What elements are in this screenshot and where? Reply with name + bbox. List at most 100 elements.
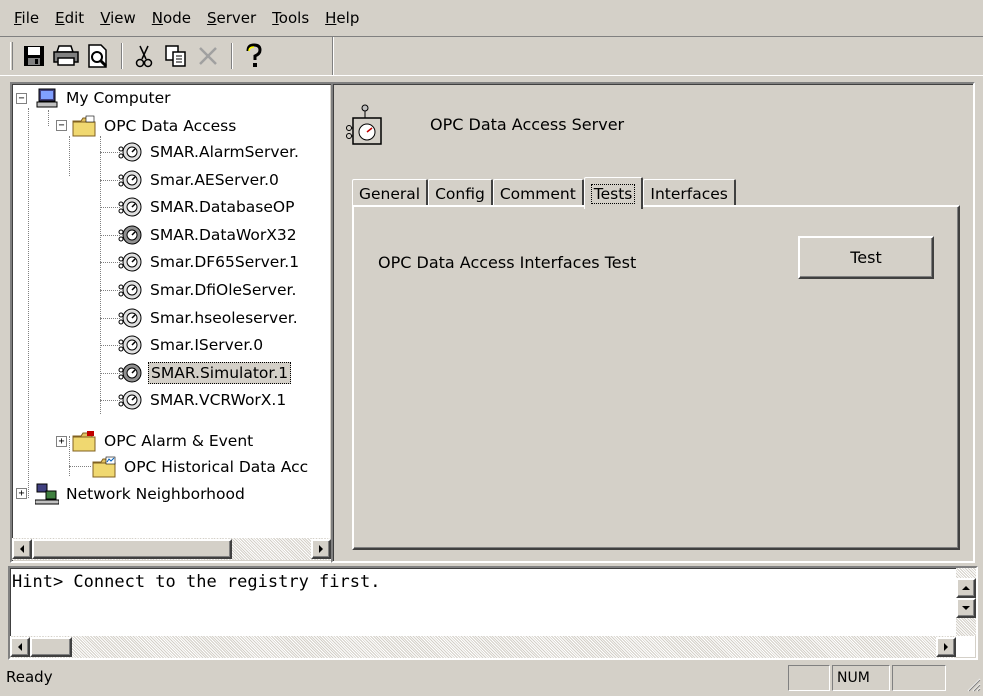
- tree-connector: [100, 152, 120, 153]
- scroll-right-button[interactable]: [311, 539, 331, 559]
- delete-icon: [199, 47, 217, 65]
- tree-item-label: Smar.AEServer.0: [150, 170, 279, 189]
- opc-server-icon: [118, 195, 144, 219]
- menu-bar: File Edit View Node Server Tools Help: [0, 0, 983, 36]
- tree-item-opc-data-access[interactable]: OPC Data Access: [72, 112, 238, 140]
- status-cell-caps: [788, 665, 830, 691]
- opc-server-icon: [118, 140, 144, 164]
- expander-network[interactable]: +: [16, 488, 27, 499]
- tree-item-server[interactable]: SMAR.AlarmServer.: [118, 138, 301, 166]
- menu-help[interactable]: Help: [317, 8, 367, 28]
- tree-connector: [48, 110, 49, 126]
- delete-button[interactable]: [193, 41, 223, 71]
- tree-item-server[interactable]: Smar.DfiOleServer.: [118, 276, 298, 304]
- tree-item-network-neighborhood[interactable]: Network Neighborhood: [34, 480, 247, 508]
- scroll-right-button[interactable]: [936, 637, 956, 657]
- toolbar-grip[interactable]: [10, 42, 13, 70]
- cut-icon: [135, 45, 153, 68]
- tree-item-label: Smar.hseoleserver.: [150, 308, 298, 327]
- server-icon: [343, 104, 383, 148]
- hint-output[interactable]: Hint> Connect to the registry first.: [8, 566, 978, 660]
- opc-server-icon: [118, 333, 144, 357]
- hint-text: Hint> Connect to the registry first.: [12, 572, 381, 592]
- menu-tools[interactable]: Tools: [264, 8, 317, 28]
- print-preview-button[interactable]: [83, 41, 113, 71]
- copy-button[interactable]: [161, 41, 191, 71]
- menu-server[interactable]: Server: [199, 8, 264, 28]
- tree-item-label: Smar.DF65Server.1: [150, 253, 300, 272]
- menu-node[interactable]: Node: [144, 8, 199, 28]
- tree-item-label: SMAR.DatabaseOP: [150, 198, 295, 217]
- opc-server-icon: [118, 388, 144, 412]
- menu-view[interactable]: View: [92, 8, 144, 28]
- tab-interfaces[interactable]: Interfaces: [643, 179, 736, 207]
- folder-open-icon: [72, 114, 98, 138]
- tree-item-server[interactable]: Smar.AEServer.0: [118, 166, 281, 194]
- tree-item-server[interactable]: Smar.DF65Server.1: [118, 248, 301, 276]
- toolbar-separator: [121, 43, 123, 69]
- save-button[interactable]: [19, 41, 49, 71]
- tree-connector: [100, 290, 120, 291]
- status-num: NUM: [832, 665, 890, 691]
- tree-item-server[interactable]: SMAR.DataWorX32: [118, 221, 299, 249]
- scroll-left-button[interactable]: [12, 539, 32, 559]
- tree-pane: − My Computer − OPC Data Access SMAR.Ala…: [10, 82, 333, 563]
- tree-item-label: SMAR.DataWorX32: [150, 225, 297, 244]
- tree-item-server[interactable]: Smar.hseoleserver.: [118, 304, 300, 332]
- scroll-thumb[interactable]: [30, 637, 72, 657]
- test-button[interactable]: Test: [798, 236, 934, 279]
- tree-connector: [69, 466, 91, 467]
- tree-item-server[interactable]: SMAR.VCRWorX.1: [118, 386, 288, 414]
- save-icon: [24, 46, 44, 66]
- tab-config[interactable]: Config: [428, 179, 493, 207]
- tree-item-opc-historical-data[interactable]: OPC Historical Data Acc: [92, 453, 310, 481]
- menu-edit[interactable]: Edit: [47, 8, 92, 28]
- tab-strip: General Config Comment Tests Interfaces: [352, 175, 736, 209]
- arrow-right-icon: [944, 643, 948, 651]
- arrow-down-icon: [962, 606, 970, 610]
- tree-item-label: SMAR.VCRWorX.1: [150, 391, 287, 410]
- tree-connector: [100, 179, 120, 181]
- tree-horizontal-scrollbar[interactable]: [12, 538, 331, 560]
- tree-item-server[interactable]: SMAR.DatabaseOP: [118, 193, 296, 221]
- opc-server-icon: [118, 223, 144, 247]
- tab-comment[interactable]: Comment: [492, 179, 584, 207]
- help-button[interactable]: [239, 41, 269, 71]
- tree-view[interactable]: − My Computer − OPC Data Access SMAR.Ala…: [12, 84, 331, 536]
- cut-button[interactable]: [129, 41, 159, 71]
- print-preview-icon: [88, 44, 108, 68]
- resize-grip-icon[interactable]: [965, 676, 981, 692]
- tree-connector: [69, 436, 70, 476]
- print-button[interactable]: [51, 41, 81, 71]
- opc-server-icon: [118, 250, 144, 274]
- scroll-down-button[interactable]: [956, 598, 976, 618]
- expander-my-computer[interactable]: −: [16, 93, 27, 104]
- opc-server-icon: [118, 278, 144, 302]
- scroll-thumb[interactable]: [32, 539, 232, 559]
- tree-item-label: SMAR.AlarmServer.: [150, 143, 299, 161]
- tab-general[interactable]: General: [352, 179, 429, 207]
- tab-tests[interactable]: Tests: [583, 177, 644, 209]
- hint-vertical-scrollbar[interactable]: [956, 568, 976, 636]
- expander-opc-alarm-event[interactable]: +: [56, 436, 67, 447]
- tree-connector: [100, 317, 120, 319]
- tree-connector: [100, 234, 120, 236]
- tree-item-label: SMAR.Simulator.1: [148, 361, 292, 384]
- hint-horizontal-scrollbar[interactable]: [10, 636, 956, 658]
- opc-server-icon: [118, 306, 144, 330]
- expander-opc-data-access[interactable]: −: [56, 120, 67, 131]
- tree-item-label: Smar.IServer.0: [150, 336, 264, 355]
- tree-item-server[interactable]: SMAR.Simulator.1: [118, 359, 292, 387]
- scroll-left-button[interactable]: [10, 637, 30, 657]
- tree-connector: [100, 400, 120, 402]
- toolbar-separator: [231, 43, 233, 69]
- status-cell-scroll: [892, 665, 946, 691]
- tree-item-server[interactable]: Smar.IServer.0: [118, 331, 265, 359]
- tree-item-opc-alarm-event[interactable]: OPC Alarm & Event: [72, 427, 255, 455]
- copy-icon: [165, 45, 186, 67]
- tree-item-my-computer[interactable]: My Computer: [34, 84, 173, 112]
- menu-file[interactable]: File: [6, 8, 47, 28]
- scroll-up-button[interactable]: [956, 578, 976, 598]
- tree-connector: [69, 136, 70, 176]
- print-icon: [53, 45, 79, 66]
